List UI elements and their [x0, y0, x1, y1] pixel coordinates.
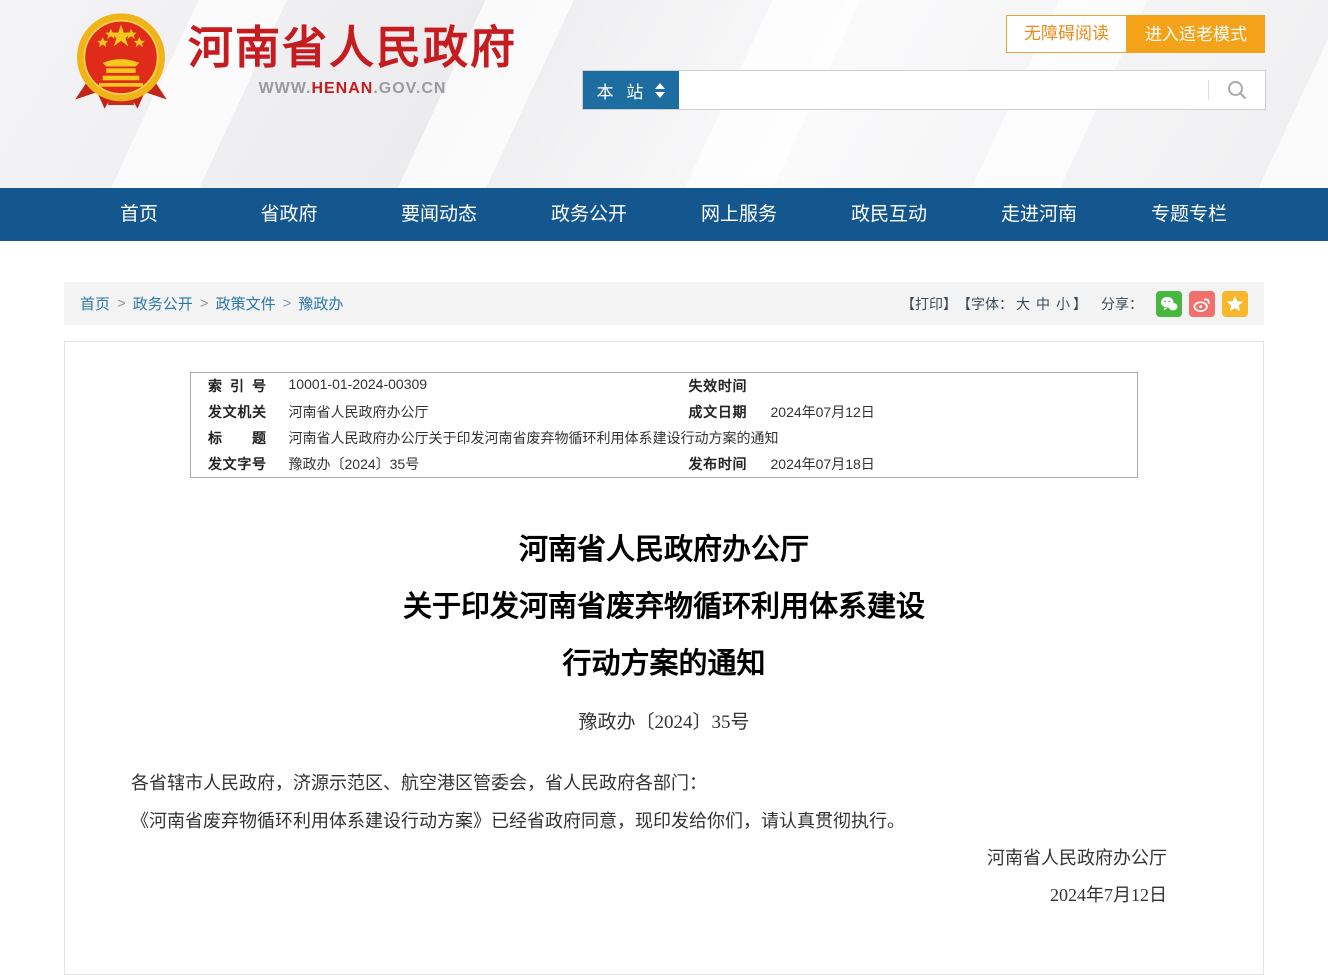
meta-row-title: 标题 河南省人民政府办公厅关于印发河南省废弃物循环利用体系建设行动方案的通知 — [191, 425, 1138, 451]
nav-item-provincial-gov[interactable]: 省政府 — [214, 188, 364, 241]
url-suffix: .GOV.CN — [373, 80, 446, 97]
font-size-suffix: 】 — [1073, 296, 1087, 312]
meta-title-value: 河南省人民政府办公厅关于印发河南省废弃物循环利用体系建设行动方案的通知 — [289, 425, 1138, 451]
site-header: 河南省人民政府 WWW.HENAN.GOV.CN 无障碍阅读 进入适老模式 本 … — [0, 0, 1328, 188]
document-title-line1: 河南省人民政府办公厅 — [65, 522, 1263, 579]
nav-item-home[interactable]: 首页 — [64, 188, 214, 241]
wechat-share-button[interactable] — [1156, 291, 1182, 317]
meta-agency-value: 河南省人民政府办公厅 — [289, 399, 689, 425]
document-panel: 索引号 10001-01-2024-00309 失效时间 发文机关 河南省人民政… — [64, 341, 1264, 975]
meta-row-agency: 发文机关 河南省人民政府办公厅 成文日期 2024年07月12日 — [191, 399, 1138, 425]
site-url: WWW.HENAN.GOV.CN — [188, 80, 517, 98]
meta-written-value: 2024年07月12日 — [771, 399, 1138, 425]
nav-item-gov-affairs[interactable]: 政务公开 — [514, 188, 664, 241]
document-number: 豫政办〔2024〕35号 — [65, 707, 1263, 734]
breadcrumb-yuzhengban[interactable]: 豫政办 — [298, 293, 343, 314]
site-logo[interactable]: 河南省人民政府 WWW.HENAN.GOV.CN — [66, 6, 517, 116]
breadcrumb-policy-docs[interactable]: 政策文件 — [216, 293, 276, 314]
font-size-medium[interactable]: 中 — [1036, 296, 1050, 312]
font-size-control: 【字体：大中小】 — [957, 294, 1087, 314]
meta-title-label: 标题 — [191, 425, 289, 451]
breadcrumb: 首页 > 政务公开 > 政策文件 > 豫政办 — [80, 293, 343, 314]
search-scope-label: 本 站 — [597, 78, 648, 103]
header-quick-buttons: 无障碍阅读 进入适老模式 — [1006, 15, 1265, 53]
weibo-share-button[interactable] — [1189, 291, 1215, 317]
breadcrumb-toolbar-row: 首页 > 政务公开 > 政策文件 > 豫政办 【打印】 【字体：大中小】 分享： — [64, 282, 1264, 325]
nav-item-interaction[interactable]: 政民互动 — [814, 188, 964, 241]
url-www: WWW. — [259, 80, 312, 97]
nav-item-special-topics[interactable]: 专题专栏 — [1114, 188, 1264, 241]
document-body: 各省辖市人民政府，济源示范区、航空港区管委会，省人民政府各部门： 《河南省废弃物… — [95, 764, 1233, 914]
document-meta-table: 索引号 10001-01-2024-00309 失效时间 发文机关 河南省人民政… — [190, 372, 1138, 478]
nav-item-about-henan[interactable]: 走进河南 — [964, 188, 1114, 241]
favorite-share-button[interactable] — [1222, 291, 1248, 317]
meta-publish-label: 发布时间 — [689, 451, 771, 478]
meta-docnum-value: 豫政办〔2024〕35号 — [289, 451, 689, 478]
meta-index-label: 索引号 — [191, 373, 289, 400]
meta-written-label: 成文日期 — [689, 399, 771, 425]
meta-publish-value: 2024年07月18日 — [771, 451, 1138, 478]
signature-block: 河南省人民政府办公厅 2024年7月12日 — [95, 840, 1167, 914]
star-icon — [1226, 295, 1244, 312]
signature-date: 2024年7月12日 — [95, 877, 1167, 914]
weibo-icon — [1193, 296, 1211, 312]
meta-docnum-label: 发文字号 — [191, 451, 289, 478]
document-paragraph-2: 《河南省废弃物循环利用体系建设行动方案》已经省政府同意，现印发给你们，请认真贯彻… — [95, 802, 1233, 840]
accessibility-button[interactable]: 无障碍阅读 — [1006, 15, 1127, 53]
document-title-line2: 关于印发河南省废弃物循环利用体系建设 — [65, 579, 1263, 636]
search-input[interactable] — [679, 71, 1208, 109]
font-size-prefix: 【字体： — [957, 296, 1013, 312]
breadcrumb-separator: > — [283, 295, 292, 312]
font-size-large[interactable]: 大 — [1016, 296, 1030, 312]
page-toolbar: 【打印】 【字体：大中小】 分享： — [901, 291, 1248, 317]
url-domain: HENAN — [311, 80, 373, 97]
share-label: 分享： — [1101, 294, 1143, 314]
meta-expiry-value — [771, 373, 1138, 400]
search-bar: 本 站 — [582, 70, 1266, 110]
chevron-updown-icon — [655, 83, 665, 98]
search-icon — [1226, 79, 1248, 101]
elder-mode-button[interactable]: 进入适老模式 — [1127, 15, 1265, 53]
meta-expiry-label: 失效时间 — [689, 373, 771, 400]
nav-item-online-services[interactable]: 网上服务 — [664, 188, 814, 241]
search-scope-select[interactable]: 本 站 — [583, 71, 679, 109]
wechat-icon — [1160, 296, 1178, 312]
document-title: 河南省人民政府办公厅 关于印发河南省废弃物循环利用体系建设 行动方案的通知 — [65, 522, 1263, 693]
font-size-small[interactable]: 小 — [1056, 296, 1070, 312]
search-button[interactable] — [1209, 71, 1265, 109]
meta-row-index: 索引号 10001-01-2024-00309 失效时间 — [191, 373, 1138, 400]
meta-agency-label: 发文机关 — [191, 399, 289, 425]
breadcrumb-separator: > — [200, 295, 209, 312]
meta-row-docnum: 发文字号 豫政办〔2024〕35号 发布时间 2024年07月18日 — [191, 451, 1138, 478]
breadcrumb-separator: > — [117, 295, 126, 312]
nav-item-news[interactable]: 要闻动态 — [364, 188, 514, 241]
document-article: 河南省人民政府办公厅 关于印发河南省废弃物循环利用体系建设 行动方案的通知 豫政… — [65, 522, 1263, 914]
breadcrumb-home[interactable]: 首页 — [80, 293, 110, 314]
national-emblem-icon — [66, 6, 176, 116]
meta-index-value: 10001-01-2024-00309 — [289, 373, 689, 400]
breadcrumb-gov-affairs[interactable]: 政务公开 — [133, 293, 193, 314]
signature-agency: 河南省人民政府办公厅 — [95, 840, 1167, 877]
print-button[interactable]: 【打印】 — [901, 294, 957, 314]
document-title-line3: 行动方案的通知 — [65, 636, 1263, 693]
site-title: 河南省人民政府 — [188, 22, 517, 74]
document-paragraph-1: 各省辖市人民政府，济源示范区、航空港区管委会，省人民政府各部门： — [95, 764, 1233, 802]
main-nav: 首页 省政府 要闻动态 政务公开 网上服务 政民互动 走进河南 专题专栏 — [0, 188, 1328, 241]
